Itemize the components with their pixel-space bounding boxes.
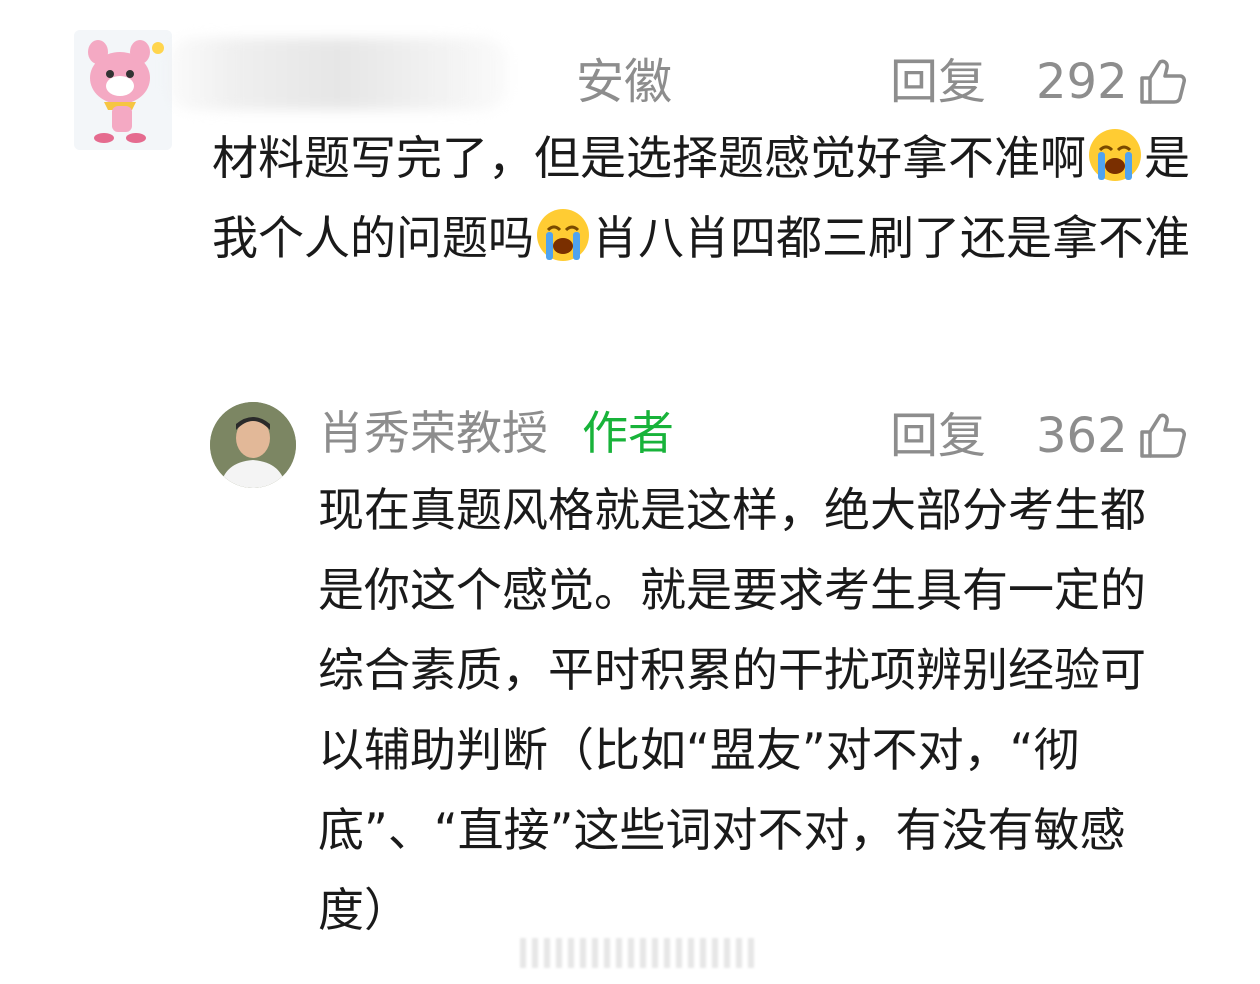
comment-location: 安徽 (576, 54, 673, 110)
comment-text-part1: 材料题写完了，但是选择题感觉好拿不准啊 (212, 131, 1086, 185)
thumbs-up-icon[interactable] (1136, 56, 1188, 108)
professor-photo-icon (210, 402, 296, 488)
comment-actions: 回复 292 (890, 56, 1188, 108)
thumbs-up-icon[interactable] (1136, 410, 1188, 462)
crying-face-emoji-icon (537, 209, 589, 261)
author-badge: 作者 (582, 406, 674, 460)
blurred-username (168, 38, 508, 110)
reply-like-count: 362 (1036, 408, 1128, 464)
cartoon-pig-avatar-icon (74, 30, 172, 150)
comment-reply-button[interactable]: 回复 (890, 58, 986, 106)
comment-like-count: 292 (1036, 54, 1128, 110)
reply-reply-button[interactable]: 回复 (890, 412, 986, 460)
reply-actions: 回复 362 (890, 410, 1188, 462)
comment-text: 材料题写完了，但是选择题感觉好拿不准啊 是我个人的问题吗 肖八肖四都三刷了还是拿… (212, 118, 1192, 278)
comment-text-part3: 肖八肖四都三刷了还是拿不准 (592, 211, 1190, 265)
author-name[interactable]: 肖秀荣教授 (318, 410, 548, 456)
commenter-avatar[interactable] (74, 30, 172, 150)
watermark (520, 938, 760, 968)
crying-face-emoji-icon (1089, 129, 1141, 181)
reply-text: 现在真题风格就是这样，绝大部分考生都是你这个感觉。就是要求考生具有一定的综合素质… (318, 483, 1146, 937)
author-avatar[interactable] (210, 402, 296, 488)
